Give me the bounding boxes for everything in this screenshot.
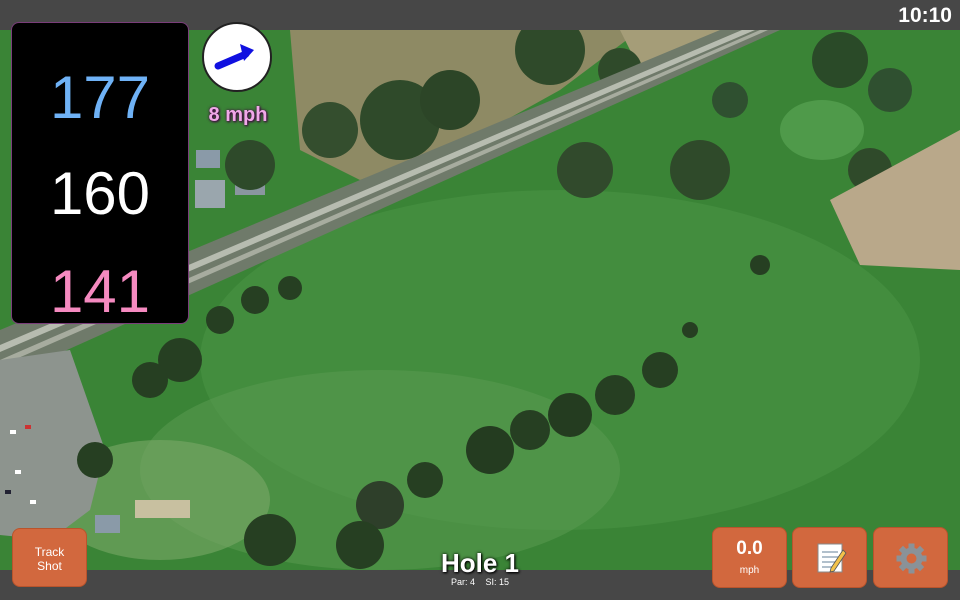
front-yardage: 141	[49, 258, 151, 325]
clock-time: 10:10	[898, 4, 952, 27]
hole-stroke-index: SI: 15	[485, 577, 510, 587]
hole-info: Par: 4 SI: 15	[380, 577, 580, 587]
gear-icon	[896, 543, 927, 574]
speed-value: 0.0	[736, 538, 763, 559]
track-shot-button[interactable]: Track Shot	[12, 528, 87, 587]
back-yardage: 177	[49, 64, 151, 131]
yardage-panel: 177 160 141	[11, 22, 189, 325]
speed-button[interactable]: 0.0 mph	[712, 527, 787, 588]
track-shot-label-line1: Track	[34, 545, 65, 559]
middle-yardage: 160	[49, 160, 151, 227]
arrow-right-up-icon	[214, 44, 254, 70]
track-shot-label-line2: Shot	[37, 559, 62, 573]
settings-button[interactable]	[873, 527, 948, 588]
notepad-icon	[817, 543, 847, 573]
speed-unit: mph	[739, 565, 760, 576]
wind-direction-indicator	[202, 22, 272, 92]
notes-button[interactable]	[792, 527, 867, 588]
wind-speed-label: 8 mph	[208, 104, 268, 126]
hole-title: Hole 1	[440, 548, 520, 578]
hole-par: Par: 4	[450, 577, 475, 587]
